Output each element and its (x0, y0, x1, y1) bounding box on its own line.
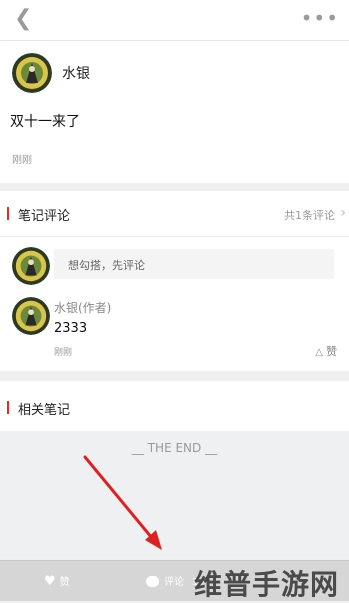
like-button[interactable]: ♥ 赞 (44, 573, 70, 589)
heart-icon: ♥ (44, 574, 56, 589)
red-arrow-annotation (83, 455, 162, 550)
comment-button[interactable]: 评论 1 (146, 573, 198, 588)
watermark: 维普手游网 (193, 568, 339, 601)
comment-label: 评论 (164, 577, 184, 588)
comment-bubble-icon (146, 576, 159, 587)
like-label: 赞 (59, 577, 70, 588)
